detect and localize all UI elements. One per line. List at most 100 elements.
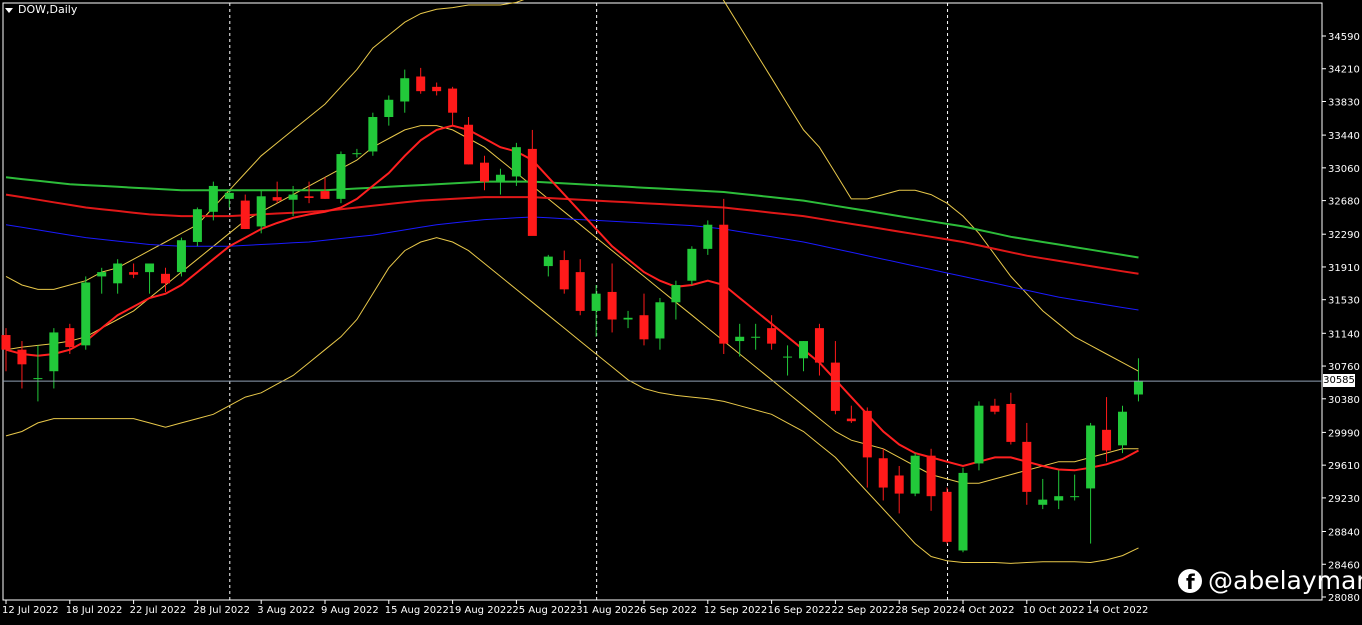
candle-body xyxy=(81,282,91,346)
candle-body xyxy=(464,124,474,165)
candle-body xyxy=(894,475,904,494)
price-chart[interactable]: 34590 34210 33830 33440 33060 32680 32290 31910… xyxy=(0,0,1362,621)
candle-body xyxy=(272,197,282,201)
candle-body xyxy=(113,263,123,284)
candle-body xyxy=(448,88,458,113)
x-tick-label: 28 Sep 2022 xyxy=(895,605,958,616)
y-tick-label: 32680 xyxy=(1328,197,1360,208)
candle-body xyxy=(671,285,681,303)
chart-menu-arrow-icon[interactable] xyxy=(5,8,13,13)
candle-body xyxy=(224,192,234,199)
x-tick-label: 25 Aug 2022 xyxy=(512,605,576,616)
candle-body xyxy=(384,99,394,118)
y-tick-label: 31530 xyxy=(1328,296,1360,307)
facebook-icon: f xyxy=(1178,568,1202,594)
x-tick-label: 4 Oct 2022 xyxy=(959,605,1014,616)
x-tick-label: 19 Aug 2022 xyxy=(449,605,513,616)
candle-body xyxy=(432,86,442,92)
candle-body xyxy=(495,174,505,182)
candle-body xyxy=(575,272,585,311)
ma-fast-line xyxy=(5,124,1139,472)
candle-body xyxy=(1006,403,1016,442)
x-tick-label: 22 Jul 2022 xyxy=(130,605,187,616)
x-tick-label: 31 Aug 2022 xyxy=(576,605,640,616)
candle-body xyxy=(942,491,952,542)
candle-body xyxy=(1038,499,1048,505)
candle-body xyxy=(256,196,266,227)
x-tick-label: 28 Jul 2022 xyxy=(193,605,250,616)
candle-body xyxy=(527,148,537,236)
candle-body xyxy=(304,196,314,199)
ma-blue-line xyxy=(5,216,1139,311)
y-tick-label: 28840 xyxy=(1328,528,1360,539)
candle-body xyxy=(783,356,793,358)
x-tick-label: 6 Sep 2022 xyxy=(640,605,697,616)
x-tick-label: 12 Jul 2022 xyxy=(2,605,59,616)
candle-body xyxy=(1,335,11,350)
y-tick-label: 33830 xyxy=(1328,97,1360,108)
chart-title: DOW,Daily xyxy=(18,3,78,16)
candle-body xyxy=(830,362,840,411)
candle-body xyxy=(703,224,713,249)
candle-body xyxy=(862,410,872,458)
candle-body xyxy=(97,272,107,277)
candle-body xyxy=(1054,496,1064,501)
candle-body xyxy=(1022,441,1032,492)
candle-body xyxy=(814,328,824,363)
candle-body xyxy=(974,405,984,464)
bollinger-mid-line xyxy=(5,125,1139,484)
candle-body xyxy=(511,147,521,177)
candle-body xyxy=(400,78,410,102)
candle-body xyxy=(1070,496,1080,498)
y-tick-label: 30380 xyxy=(1328,395,1360,406)
candle-body xyxy=(719,224,729,344)
candle-body xyxy=(735,336,745,342)
candle-body xyxy=(591,293,601,311)
y-tick-label: 34590 xyxy=(1328,32,1360,43)
x-tick-label: 15 Aug 2022 xyxy=(385,605,449,616)
x-tick-label: 22 Sep 2022 xyxy=(831,605,894,616)
candle-body xyxy=(176,240,186,273)
candle-body xyxy=(1133,381,1143,395)
candle-body xyxy=(208,185,218,212)
candle-body xyxy=(990,405,1000,412)
candle-body xyxy=(192,209,202,242)
watermark-text: @abelayman xyxy=(1208,566,1362,595)
plot-frame xyxy=(2,2,1323,601)
y-tick-label: 31140 xyxy=(1328,329,1360,340)
candle-body xyxy=(416,76,426,92)
current-price-label: 30585 xyxy=(1323,374,1355,387)
candle-body xyxy=(336,154,346,199)
x-tick-label: 18 Jul 2022 xyxy=(66,605,123,616)
chart-canvas[interactable]: 34590 34210 33830 33440 33060 32680 32290 31910… xyxy=(0,0,1362,621)
x-tick-label: 16 Sep 2022 xyxy=(768,605,831,616)
candle-body xyxy=(1118,411,1127,446)
candle-body xyxy=(368,117,378,152)
candle-body xyxy=(288,194,298,200)
candle-body xyxy=(17,349,27,365)
ma-green-line xyxy=(5,176,1139,259)
y-tick-label: 34210 xyxy=(1328,65,1360,76)
candle-body xyxy=(352,153,362,155)
y-tick-label: 29230 xyxy=(1328,494,1360,505)
candle-body xyxy=(145,263,155,273)
y-tick-label: 31910 xyxy=(1328,263,1360,274)
candle-body xyxy=(1086,425,1096,489)
candle-body xyxy=(320,191,330,199)
bollinger-upper-line xyxy=(5,0,1139,372)
bollinger-lower-line xyxy=(5,237,1139,564)
x-tick-label: 12 Sep 2022 xyxy=(704,605,767,616)
candle-body xyxy=(1102,429,1112,451)
candle-body xyxy=(480,162,489,182)
candle-body xyxy=(767,328,777,344)
candle-body xyxy=(49,332,59,372)
candle-body xyxy=(799,341,808,359)
y-tick-label: 30760 xyxy=(1328,362,1360,373)
candle-body xyxy=(129,272,139,275)
candle-body xyxy=(655,302,665,339)
ma-red-slow-line xyxy=(5,193,1139,275)
candle-body xyxy=(878,458,888,488)
candle-body xyxy=(926,455,936,497)
x-tick-label: 14 Oct 2022 xyxy=(1087,605,1149,616)
candle-body xyxy=(910,455,920,494)
